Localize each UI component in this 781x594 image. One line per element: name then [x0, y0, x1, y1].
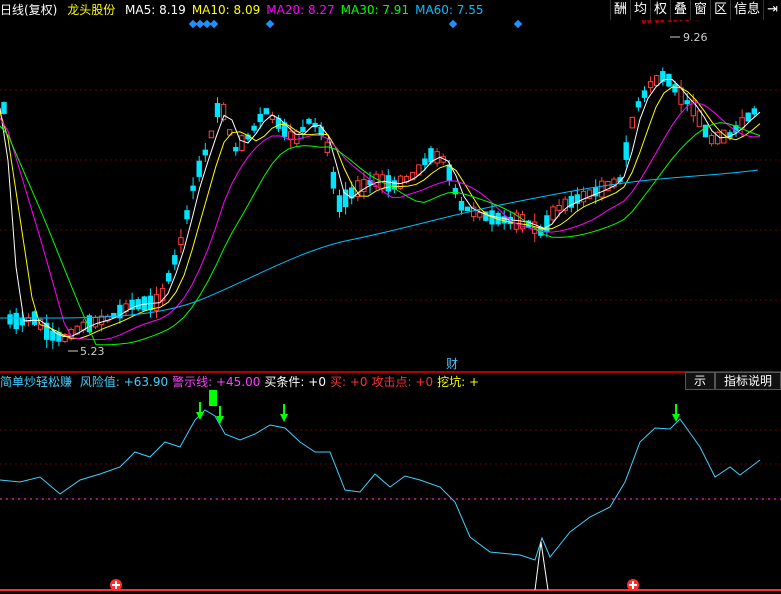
low-price-label: 5.23	[80, 345, 105, 358]
candle-body	[13, 312, 19, 330]
dig-spike	[534, 541, 549, 591]
diamond-marker	[209, 19, 219, 29]
ma-value-2: MA20: 8.27	[266, 3, 335, 17]
candle-body	[300, 126, 306, 133]
show-button[interactable]: 示	[684, 372, 715, 390]
news-marker-icon[interactable]: 财	[446, 355, 458, 372]
candle-body	[654, 75, 660, 86]
candle-body	[599, 180, 605, 198]
candle-body	[159, 288, 166, 302]
candle-body	[7, 314, 13, 325]
candle-body	[135, 299, 141, 310]
candle-body	[239, 135, 245, 152]
down-arrow-icon	[196, 412, 204, 420]
candle-body	[745, 112, 751, 122]
candle-body	[385, 175, 392, 192]
ma-value-3: MA30: 7.91	[340, 3, 410, 17]
candle-body	[330, 171, 337, 189]
candle-body	[306, 118, 312, 124]
candle-body	[550, 206, 556, 221]
ma-value-0: MA5: 8.19	[125, 3, 186, 17]
candle-body	[739, 117, 745, 129]
indicator-field-1: 警示线: +45.00	[172, 375, 261, 389]
toolbar-item-3[interactable]: 叠	[670, 0, 690, 20]
candle-body	[635, 101, 642, 108]
candle-body	[178, 237, 184, 245]
down-arrow-icon	[280, 414, 288, 422]
candle-body	[647, 81, 654, 89]
toolbar-item-4[interactable]: 窗	[690, 0, 710, 20]
indicator-field-4: 攻击点: +0	[371, 375, 434, 389]
indicator-header: 简单炒轻松赚 风险值: +63.90 警示线: +45.00 买条件: +0 买: +…	[0, 373, 487, 391]
indicator-explain-button[interactable]: 指标说明	[714, 372, 781, 390]
indicator-name[interactable]: 简单炒轻松赚	[0, 375, 72, 389]
candle-body	[422, 158, 428, 166]
main-kline-chart[interactable]: 9.26 5.23	[0, 0, 781, 372]
toolbar-item-0[interactable]: 酬	[609, 0, 630, 20]
candle-body	[477, 212, 483, 218]
candle-body	[184, 210, 190, 220]
candle-body	[641, 90, 648, 98]
indicator-buttons: 示 指标说明	[684, 372, 781, 390]
ma5-line	[0, 78, 761, 338]
candle-body	[166, 272, 172, 282]
indicator-field-5: 挖坑: +	[437, 375, 480, 389]
ma10-line	[0, 86, 761, 340]
indicator-field-2: 买条件: +0	[264, 375, 326, 389]
high-price-label: 9.26	[683, 31, 708, 44]
period-label[interactable]: 日线(复权)	[0, 3, 57, 17]
candle-body	[452, 188, 459, 195]
candle-body	[672, 84, 678, 93]
toolbar-item-5[interactable]: 区	[710, 0, 730, 20]
candle-body	[501, 216, 507, 224]
ma-value-4: MA60: 7.55	[415, 3, 484, 17]
candle-body	[666, 73, 672, 87]
indicator-chart[interactable]	[0, 372, 781, 594]
candle-body	[214, 103, 221, 117]
candle-body	[1, 102, 7, 114]
diamond-marker	[448, 19, 458, 29]
toolbar-item-2[interactable]: 权	[650, 0, 670, 20]
candle-body	[202, 149, 209, 156]
candle-body	[428, 148, 434, 163]
candle-body	[208, 130, 215, 139]
stock-name: 龙头股份	[67, 3, 116, 17]
candle-body	[751, 108, 757, 115]
indicator-field-3: 买: +0	[329, 375, 368, 389]
diamond-marker	[265, 19, 275, 29]
diamond-marker	[513, 19, 523, 29]
top-toolbar: 酬均权叠窗区信息 ⇥	[609, 0, 781, 20]
candle-body	[464, 206, 471, 211]
candle-body	[684, 100, 690, 105]
buy-signal-bar	[209, 390, 217, 406]
ma-value-1: MA10: 8.09	[191, 3, 261, 17]
candle-body	[556, 205, 562, 211]
candle-body	[190, 185, 196, 191]
candle-body	[257, 113, 263, 123]
toolbar-item-7[interactable]: ⇥	[763, 0, 781, 20]
candle-body	[233, 147, 239, 152]
ma60-line	[0, 169, 759, 319]
candle-body	[721, 129, 727, 144]
candle-body	[172, 255, 178, 265]
ma20-line	[0, 102, 761, 341]
candle-body	[458, 200, 465, 211]
main-header: 日线(复权) 龙头股份 MA5: 8.19 MA10: 8.09 MA20: 8.2…	[0, 0, 496, 20]
toolbar-item-6[interactable]: 信息	[730, 0, 763, 20]
candle-body	[275, 118, 282, 129]
candle-body	[263, 108, 270, 115]
indicator-field-0: 风险值: +63.90	[79, 375, 169, 389]
risk-value-line	[0, 409, 761, 561]
candle-body	[623, 142, 629, 160]
candle-body	[92, 316, 99, 328]
candle-body	[336, 195, 343, 213]
candle-body	[629, 116, 635, 129]
candle-body	[288, 131, 294, 141]
candle-body	[50, 330, 56, 341]
toolbar-item-1[interactable]: 均	[630, 0, 650, 20]
candle-body	[251, 125, 257, 131]
candle-body	[708, 135, 715, 145]
candle-body	[696, 110, 703, 128]
candle-body	[196, 160, 202, 177]
